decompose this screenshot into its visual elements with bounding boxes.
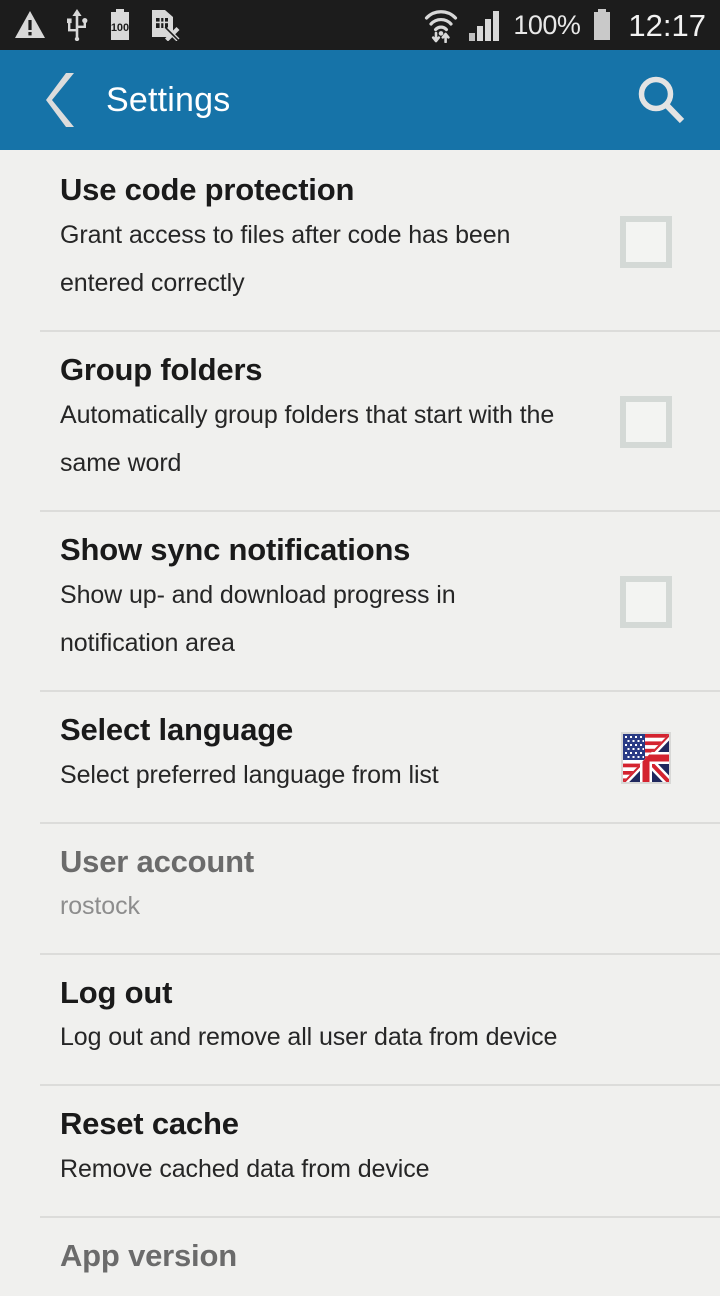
setting-subtitle: Grant access to files after code has bee… [60, 220, 511, 298]
search-button[interactable] [630, 69, 692, 131]
search-icon [638, 76, 685, 124]
row-text-block: Group folders Automatically group folder… [60, 352, 600, 488]
setting-subtitle: Select preferred language from list [60, 760, 439, 789]
svg-text:100: 100 [111, 22, 129, 34]
row-text-block: App version [60, 1238, 692, 1275]
setting-row-user-account: User account rostock [0, 821, 720, 953]
row-text-block: Reset cache Remove cached data from devi… [60, 1106, 692, 1193]
setting-row-select-language[interactable]: Select language Select preferred languag… [0, 690, 720, 821]
setting-title: Reset cache [60, 1106, 239, 1142]
battery-full-icon [594, 9, 611, 40]
setting-title: Use code protection [60, 172, 355, 207]
setting-row-app-version: App version [0, 1215, 720, 1296]
checkbox-group-folders[interactable] [620, 396, 672, 449]
us-uk-flag-icon[interactable] [621, 731, 671, 784]
status-bar-clock: 12:17 [628, 7, 706, 43]
setting-row-group-folders[interactable]: Group folders Automatically group folder… [0, 330, 720, 510]
setting-subtitle: Remove cached data from device [60, 1154, 430, 1183]
setting-title: Group folders [60, 352, 263, 388]
row-text-block: Show sync notifications Show up- and dow… [60, 532, 600, 668]
setting-subtitle: Log out and remove all user data from de… [60, 1023, 558, 1052]
row-text-block: Log out Log out and remove all user data… [60, 975, 692, 1062]
setting-row-use-code-protection[interactable]: Use code protection Grant access to file… [0, 150, 720, 330]
row-accessory [600, 392, 692, 449]
setting-title: Show sync notifications [60, 532, 411, 568]
cellular-signal-icon [469, 11, 500, 41]
row-accessory [600, 212, 692, 269]
wifi-transfer-icon [425, 10, 458, 43]
setting-row-log-out[interactable]: Log out Log out and remove all user data… [0, 952, 720, 1084]
row-accessory [600, 728, 692, 784]
checkbox-use-code-protection[interactable] [620, 216, 672, 269]
usb-icon [67, 9, 88, 41]
status-bar: 100 100% 12:17 [0, 0, 720, 50]
back-chevron-icon[interactable] [44, 71, 78, 129]
warning-triangle-icon [15, 11, 45, 38]
row-text-block: Select language Select preferred languag… [60, 712, 600, 799]
setting-title: App version [60, 1237, 237, 1273]
row-text-block: User account rostock [60, 844, 692, 931]
setting-subtitle: Show up- and download progress in notifi… [60, 580, 456, 658]
page-title: Settings [106, 81, 231, 119]
setting-title: Select language [60, 712, 294, 748]
status-bar-right-icons: 100% 12:17 [423, 7, 706, 43]
sim-card-error-icon [152, 10, 180, 41]
status-bar-left-icons: 100 [14, 9, 180, 41]
setting-row-show-sync-notifications[interactable]: Show sync notifications Show up- and dow… [0, 510, 720, 690]
setting-subtitle: Automatically group folders that start w… [60, 400, 555, 478]
action-bar: Settings [0, 50, 720, 150]
row-accessory [600, 572, 692, 629]
setting-title: User account [60, 843, 254, 879]
battery-100-icon: 100 [111, 9, 129, 40]
setting-row-reset-cache[interactable]: Reset cache Remove cached data from devi… [0, 1084, 720, 1215]
setting-value-user-account: rostock [60, 892, 140, 921]
row-text-block: Use code protection Grant access to file… [60, 172, 600, 308]
setting-title: Log out [60, 974, 173, 1010]
checkbox-show-sync-notifications[interactable] [620, 576, 672, 629]
settings-list: Use code protection Grant access to file… [0, 150, 720, 1296]
battery-percent-label: 100% [513, 9, 581, 40]
